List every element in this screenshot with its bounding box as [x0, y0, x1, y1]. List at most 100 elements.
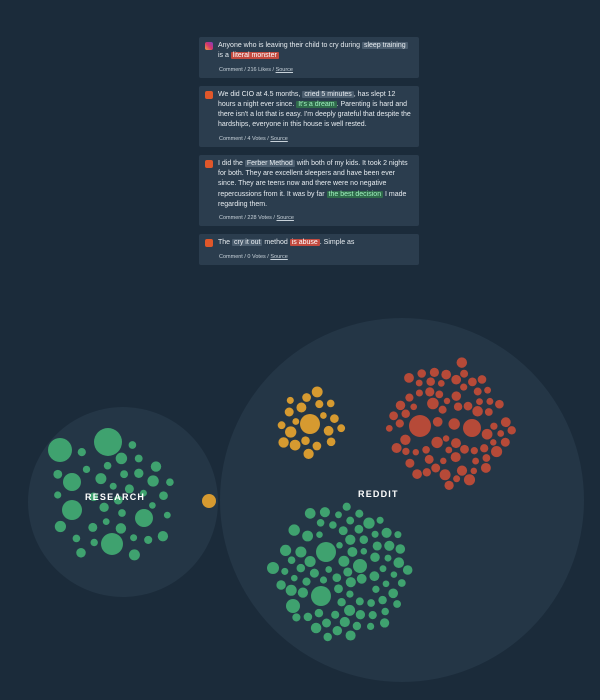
reddit-negative-bubble	[495, 399, 504, 409]
reddit-negative-bubble	[500, 437, 510, 447]
reddit-positive-bubble	[332, 573, 342, 583]
reddit-negative-bubble	[463, 401, 473, 411]
reddit-positive-bubble	[302, 530, 314, 542]
reddit-positive-bubble	[376, 516, 384, 524]
reddit-positive-bubble	[288, 524, 300, 536]
reddit-positive-bubble	[353, 559, 367, 573]
reddit-positive-bubble	[295, 546, 307, 558]
reddit-negative-bubble	[453, 402, 463, 411]
reddit-positive-bubble	[316, 519, 325, 527]
reddit-positive-bubble	[372, 541, 382, 551]
reddit-negative-bubble	[391, 442, 402, 454]
reddit-positive-bubble	[368, 611, 377, 620]
reddit-positive-bubble	[367, 599, 375, 607]
reddit-neutral-bubble	[303, 448, 314, 460]
research-positive-bubble	[115, 523, 127, 534]
reddit-negative-bubble	[444, 480, 454, 491]
reddit-negative-bubble	[412, 449, 419, 456]
reddit-neutral-bubble	[296, 402, 307, 413]
reddit-positive-bubble	[287, 556, 296, 564]
research-positive-bubble	[72, 534, 81, 543]
reddit-positive-bubble	[382, 580, 390, 588]
reddit-negative-bubble	[468, 377, 477, 387]
reddit-positive-bubble	[325, 566, 333, 573]
reddit-positive-bubble	[311, 586, 331, 606]
reddit-group-halo	[220, 318, 584, 682]
reddit-negative-bubble	[431, 463, 441, 473]
research-positive-bubble	[147, 475, 159, 487]
reddit-negative-bubble	[463, 474, 476, 486]
reddit-negative-bubble	[460, 369, 469, 378]
reddit-positive-bubble	[381, 607, 389, 616]
reddit-negative-bubble	[470, 447, 478, 455]
reddit-positive-bubble	[319, 576, 328, 584]
reddit-negative-bubble	[439, 469, 451, 481]
reddit-neutral-bubble	[286, 396, 294, 404]
reddit-negative-bubble	[442, 435, 450, 442]
reddit-negative-bubble	[490, 422, 498, 430]
research-positive-bubble	[54, 520, 67, 533]
reddit-positive-bubble	[359, 535, 369, 544]
research-positive-bubble	[163, 511, 171, 519]
research-positive-bubble	[149, 502, 156, 509]
reddit-positive-bubble	[369, 571, 380, 582]
reddit-positive-bubble	[360, 548, 368, 555]
research-positive-bubble	[134, 454, 143, 463]
reddit-negative-bubble	[453, 475, 461, 483]
research-positive-bubble	[54, 491, 62, 499]
reddit-positive-bubble	[334, 584, 343, 594]
reddit-positive-bubble	[316, 542, 336, 562]
reddit-positive-bubble	[379, 565, 387, 573]
reddit-negative-bubble	[486, 397, 494, 405]
reddit-negative-bubble	[437, 380, 445, 387]
reddit-positive-bubble	[336, 542, 343, 549]
reddit-positive-bubble	[331, 610, 340, 619]
reddit-negative-bubble	[463, 419, 481, 437]
reddit-positive-bubble	[342, 502, 351, 511]
reddit-positive-bubble	[309, 568, 319, 578]
reddit-positive-bubble	[314, 608, 324, 618]
reddit-positive-bubble	[355, 509, 364, 518]
reddit-positive-bubble	[319, 507, 330, 518]
reddit-negative-bubble	[497, 430, 505, 437]
research-positive-bubble	[94, 428, 122, 456]
reddit-negative-bubble	[480, 444, 489, 453]
reddit-neutral-bubble	[284, 407, 294, 417]
research-positive-bubble	[157, 531, 169, 542]
reddit-positive-bubble	[267, 562, 279, 574]
reddit-neutral-bubble	[289, 439, 301, 451]
research-positive-bubble	[130, 534, 138, 542]
reddit-negative-bubble	[402, 447, 410, 456]
reddit-negative-bubble	[410, 403, 418, 411]
reddit-positive-bubble	[370, 552, 380, 562]
reddit-neutral-bubble	[323, 425, 334, 436]
reddit-positive-bubble	[390, 571, 398, 578]
research-positive-bubble	[53, 469, 63, 479]
reddit-positive-bubble	[297, 587, 309, 598]
research-group-halo	[28, 407, 218, 597]
reddit-negative-bubble	[480, 462, 491, 473]
research-positive-bubble	[128, 441, 137, 449]
reddit-negative-bubble	[476, 398, 483, 406]
reddit-negative-bubble	[409, 415, 431, 437]
reddit-positive-bubble	[316, 531, 323, 538]
reddit-positive-bubble	[355, 597, 364, 606]
research-positive-bubble	[48, 438, 72, 462]
reddit-positive-bubble	[395, 544, 406, 554]
research-positive-bubble	[128, 549, 140, 561]
reddit-positive-bubble	[388, 588, 399, 599]
reddit-negative-bubble	[438, 405, 447, 414]
research-positive-bubble	[99, 502, 109, 512]
reddit-negative-bubble	[477, 375, 487, 384]
reddit-positive-bubble	[381, 527, 392, 538]
reddit-negative-bubble	[450, 452, 461, 463]
reddit-negative-bubble	[500, 417, 511, 428]
reddit-negative-bubble	[507, 426, 516, 435]
reddit-neutral-bubble	[320, 412, 327, 419]
research-positive-bubble	[62, 500, 82, 520]
reddit-positive-bubble	[355, 610, 366, 620]
reddit-positive-bubble	[291, 574, 298, 582]
research-positive-bubble	[76, 548, 86, 558]
reddit-positive-bubble	[302, 577, 311, 586]
reddit-positive-bubble	[345, 577, 356, 588]
